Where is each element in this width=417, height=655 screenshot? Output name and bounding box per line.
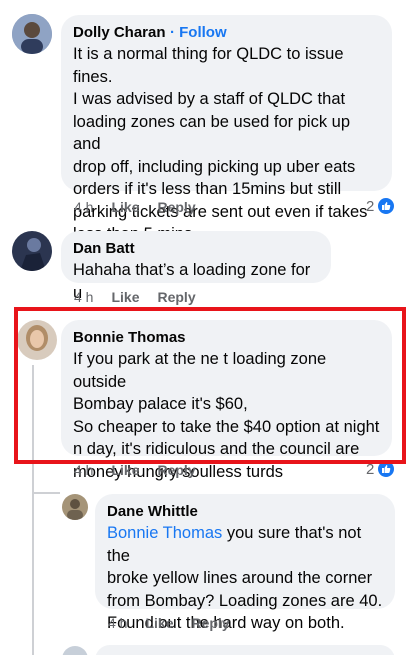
- comment-bubble: Dan Batt Hahaha that’s a loading zone fo…: [61, 231, 331, 302]
- avatar[interactable]: [12, 14, 52, 54]
- thumbs-up-icon: [377, 197, 396, 215]
- follow-link[interactable]: · Follow: [170, 24, 227, 41]
- comment-time[interactable]: 4 h: [74, 289, 93, 305]
- reaction-summary[interactable]: 2: [366, 197, 396, 215]
- comment-text: It is a normal thing for QLDC to issue f…: [73, 45, 368, 243]
- avatar[interactable]: [62, 494, 88, 520]
- avatar[interactable]: [62, 646, 88, 655]
- reply-button[interactable]: Reply: [157, 462, 195, 478]
- like-button[interactable]: Like: [145, 615, 173, 631]
- mention-link[interactable]: Bonnie Thomas: [107, 524, 222, 542]
- profile-photo-icon: [12, 14, 52, 54]
- reply-button[interactable]: Reply: [157, 289, 195, 305]
- comment-bubble: Dolly Charan · Follow It is a normal thi…: [61, 15, 392, 243]
- comment-author[interactable]: Dan Batt: [73, 239, 319, 259]
- comment-bubble-partial: [95, 645, 395, 655]
- comment-author[interactable]: Dolly Charan: [73, 24, 166, 41]
- like-button[interactable]: Like: [111, 199, 139, 215]
- reply-button[interactable]: Reply: [191, 615, 229, 631]
- comment-author[interactable]: Dane Whittle: [107, 502, 383, 522]
- avatar[interactable]: [12, 231, 52, 271]
- comment-actions: 4 h Like Reply: [108, 615, 230, 631]
- comment-time[interactable]: 4 h: [74, 462, 93, 478]
- comment-time[interactable]: 4 h: [74, 199, 93, 215]
- profile-photo-icon: [12, 231, 52, 271]
- thread-line-branch: [32, 492, 60, 494]
- like-button[interactable]: Like: [111, 289, 139, 305]
- comment-actions: 4 h Like Reply: [74, 199, 196, 215]
- like-button[interactable]: Like: [111, 462, 139, 478]
- highlight-box: [14, 307, 406, 464]
- comment-actions: 4 h Like Reply: [74, 289, 196, 305]
- reaction-count: 2: [366, 197, 375, 215]
- comment-time[interactable]: 4 h: [108, 615, 127, 631]
- comment-bubble: Dane Whittle Bonnie Thomas you sure that…: [95, 494, 395, 632]
- comment-actions: 4 h Like Reply: [74, 462, 196, 478]
- reply-button[interactable]: Reply: [157, 199, 195, 215]
- profile-photo-icon: [62, 494, 88, 520]
